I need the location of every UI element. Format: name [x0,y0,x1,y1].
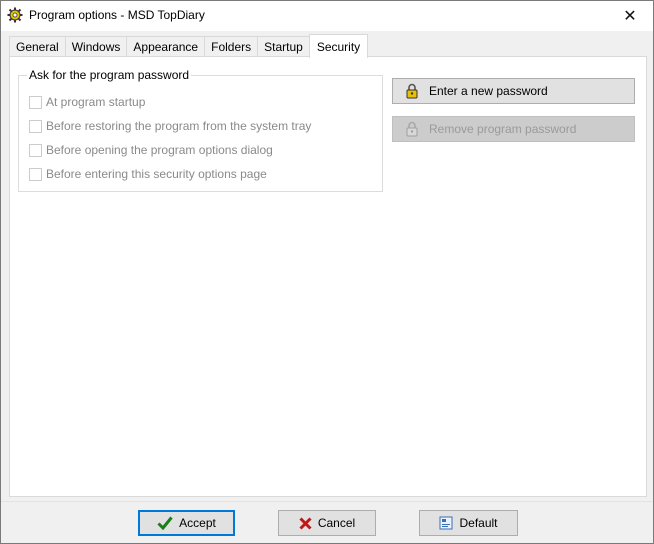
checkbox[interactable] [29,95,42,109]
tab-security[interactable]: Security [308,34,369,58]
button-label: Default [459,516,498,530]
option-open-options-dialog[interactable]: Before opening the program options dialo… [29,142,273,158]
password-prompt-group: Ask for the program password At program … [18,68,383,192]
button-label: Cancel [317,516,356,530]
option-enter-security-page[interactable]: Before entering this security options pa… [29,166,267,182]
cancel-button[interactable]: Cancel [278,510,376,536]
padlock-icon [405,83,419,99]
footer-divider [1,501,653,502]
tab-strip: General Windows Appearance Folders Start… [9,34,369,58]
window-title: Program options - MSD TopDiary [29,8,205,22]
option-label: Before entering this security options pa… [46,167,267,181]
title-bar: Program options - MSD TopDiary ✕ [1,1,653,31]
checkbox[interactable] [29,167,42,181]
group-title: Ask for the program password [27,68,192,82]
tab-label: General [16,40,59,54]
reset-defaults-icon [439,516,453,530]
default-button[interactable]: Default [419,510,518,536]
tab-label: Startup [264,40,303,54]
tab-appearance[interactable]: Appearance [126,36,206,57]
options-window: Program options - MSD TopDiary ✕ General… [0,0,654,544]
tab-windows[interactable]: Windows [64,36,128,57]
option-label: Before restoring the program from the sy… [46,119,312,133]
app-gear-icon [7,7,23,23]
tab-label: Appearance [133,40,199,54]
button-label: Accept [179,516,216,530]
button-label: Enter a new password [429,84,548,98]
remove-password-button[interactable]: Remove program password [392,116,635,142]
close-icon: ✕ [623,8,637,25]
security-panel: Ask for the program password At program … [9,56,647,497]
checkbox[interactable] [29,143,42,157]
padlock-icon [405,121,419,137]
enter-new-password-button[interactable]: Enter a new password [392,78,635,104]
tab-label: Security [316,39,361,54]
tab-label: Windows [71,40,121,54]
close-button[interactable]: ✕ [607,1,653,31]
accept-button[interactable]: Accept [138,510,235,536]
option-label: Before opening the program options dialo… [46,143,273,157]
option-restore-from-tray[interactable]: Before restoring the program from the sy… [29,118,311,134]
cross-icon [299,516,312,530]
tab-general[interactable]: General [9,36,66,57]
button-label: Remove program password [429,122,577,136]
tab-folders[interactable]: Folders [204,36,259,57]
option-at-startup[interactable]: At program startup [29,94,145,110]
checkmark-icon [157,516,173,530]
option-label: At program startup [46,95,146,109]
tab-label: Folders [211,40,252,54]
tab-startup[interactable]: Startup [257,36,310,57]
checkbox[interactable] [29,119,42,133]
